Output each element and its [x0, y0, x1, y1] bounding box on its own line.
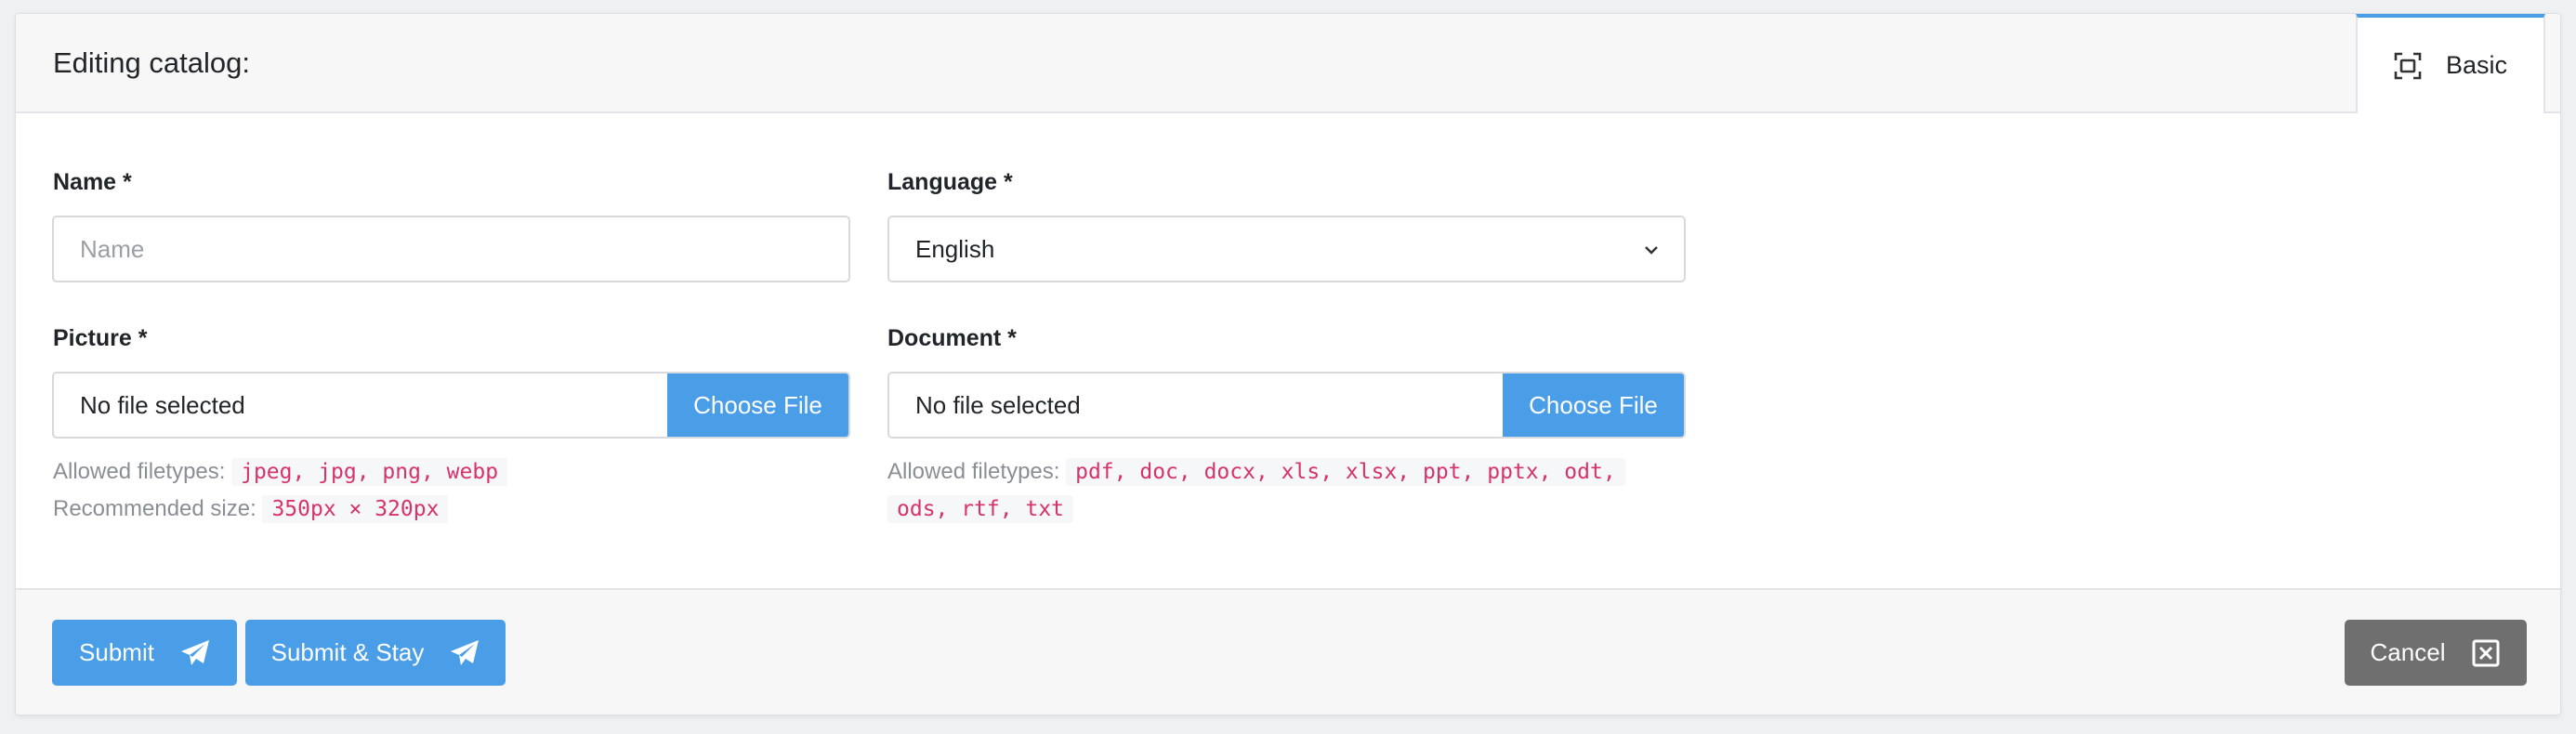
document-choose-file-button[interactable]: Choose File	[1503, 374, 1684, 437]
paper-plane-icon	[180, 639, 210, 667]
card-header: Editing catalog: Basic	[16, 14, 2560, 113]
submit-and-stay-label: Submit & Stay	[270, 638, 425, 666]
document-allowed-label: Allowed filetypes:	[887, 459, 1060, 484]
page-title: Editing catalog:	[53, 46, 250, 79]
name-label: Name *	[53, 169, 132, 195]
paper-plane-icon	[450, 639, 480, 667]
document-allowed-types-line1: pdf, doc, docx, xls, xlsx, ppt, pptx, od…	[1066, 458, 1625, 486]
picture-allowed-filetypes: Allowed filetypes: jpeg, jpg, png, webp	[53, 453, 508, 491]
tab-basic[interactable]: Basic	[2356, 14, 2545, 113]
picture-recommended-size: Recommended size: 350px × 320px	[53, 491, 449, 528]
submit-button[interactable]: Submit	[52, 620, 237, 686]
picture-label: Picture *	[53, 325, 148, 351]
fullscreen-icon	[2394, 52, 2422, 80]
edit-catalog-card: Editing catalog: Basic Name * Language *…	[15, 13, 2561, 715]
document-file-input[interactable]: No file selected Choose File	[887, 372, 1686, 439]
card-footer: Submit Submit & Stay Cancel	[16, 588, 2560, 714]
submit-and-stay-button[interactable]: Submit & Stay	[245, 620, 506, 686]
language-select[interactable]: English	[887, 216, 1686, 282]
document-allowed-filetypes-cont: ods, rtf, txt	[887, 491, 1074, 528]
name-input[interactable]	[52, 216, 850, 282]
document-label: Document *	[887, 325, 1017, 351]
picture-size-value: 350px × 320px	[262, 495, 449, 523]
picture-choose-file-button[interactable]: Choose File	[667, 374, 848, 437]
chevron-down-icon	[1643, 242, 1660, 258]
picture-file-status: No file selected	[80, 391, 245, 419]
picture-file-input[interactable]: No file selected Choose File	[52, 372, 850, 439]
form-body: Name * Language * English Picture * No f…	[16, 113, 2560, 601]
cancel-button[interactable]: Cancel	[2345, 620, 2527, 686]
document-file-status: No file selected	[915, 391, 1081, 419]
language-label: Language *	[887, 169, 1013, 195]
picture-size-label: Recommended size:	[53, 496, 256, 521]
tab-label: Basic	[2445, 51, 2508, 79]
picture-allowed-label: Allowed filetypes:	[53, 459, 226, 484]
close-square-icon	[2471, 638, 2501, 668]
document-allowed-filetypes: Allowed filetypes: pdf, doc, docx, xls, …	[887, 453, 1625, 491]
language-selected-value: English	[915, 235, 995, 263]
cancel-label: Cancel	[2370, 638, 2446, 666]
picture-allowed-types: jpeg, jpg, png, webp	[231, 458, 508, 486]
document-allowed-types-line2: ods, rtf, txt	[887, 495, 1074, 523]
submit-label: Submit	[79, 638, 154, 666]
